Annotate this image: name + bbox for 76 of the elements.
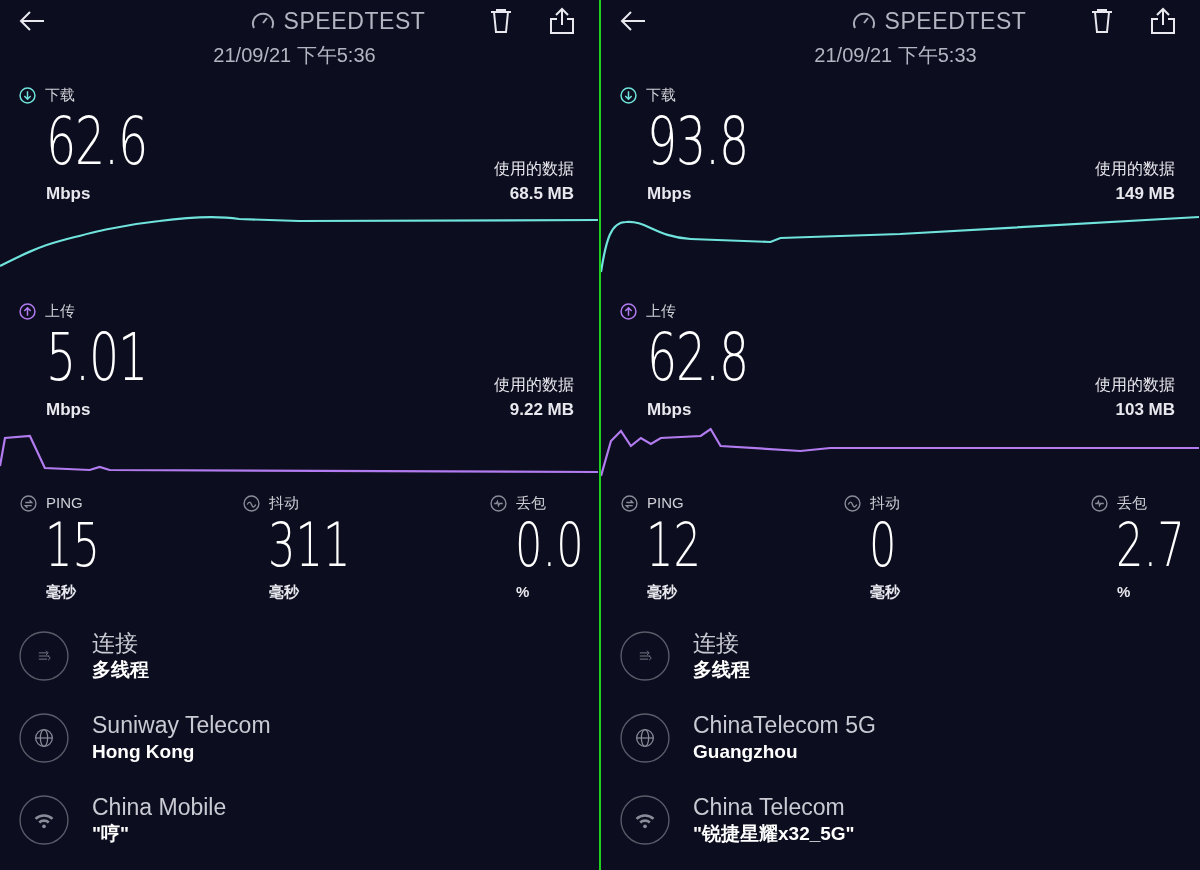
- globe-icon: [620, 713, 670, 763]
- data-used-value: 103 MB: [1115, 398, 1175, 421]
- speed-value: 62.8: [647, 324, 749, 391]
- share-icon[interactable]: [549, 7, 575, 35]
- metric-value: 15: [45, 514, 101, 575]
- detail-title: 连接: [693, 629, 740, 657]
- wifi-icon: [620, 795, 670, 845]
- ping-icon: [621, 494, 638, 512]
- speed-unit: Mbps: [46, 398, 92, 421]
- metric-unit: %: [516, 581, 531, 602]
- download-icon: [620, 86, 637, 104]
- metric-unit: 毫秒: [870, 581, 901, 602]
- data-used-label: 使用的数据: [1095, 374, 1175, 395]
- back-arrow-icon[interactable]: [619, 10, 647, 32]
- app-title: SPEEDTEST: [884, 6, 1027, 36]
- section-label: 上传: [646, 301, 676, 321]
- speed-value: 62.6: [46, 108, 148, 175]
- arrows-icon: [620, 631, 670, 681]
- trash-icon[interactable]: [1090, 8, 1114, 34]
- wave-icon: [243, 494, 260, 512]
- speed-value: 93.8: [647, 108, 749, 175]
- download-icon: [19, 86, 36, 104]
- detail-subtitle: "锐捷星耀x32_5G": [693, 822, 855, 846]
- metric-unit: 毫秒: [46, 581, 77, 602]
- test-date: 21/09/21 下午5:33: [814, 43, 977, 68]
- speed-unit: Mbps: [46, 182, 92, 205]
- data-used-label: 使用的数据: [494, 158, 574, 179]
- detail-title: China Mobile: [92, 793, 227, 821]
- metric-unit: 毫秒: [647, 581, 678, 602]
- speed-unit: Mbps: [647, 398, 693, 421]
- data-used-value: 9.22 MB: [509, 398, 574, 421]
- metric-label: 丢包: [1117, 493, 1147, 513]
- section-label: 下载: [646, 85, 676, 105]
- detail-title: China Telecom: [693, 793, 846, 821]
- speed-unit: Mbps: [647, 182, 693, 205]
- metric-value: 311: [268, 514, 352, 575]
- data-used-value: 68.5 MB: [509, 182, 574, 205]
- metric-value: 0: [869, 514, 897, 575]
- back-arrow-icon[interactable]: [18, 10, 46, 32]
- pulse-icon: [490, 494, 507, 512]
- section-label: 上传: [45, 301, 75, 321]
- metric-value: 0.0: [515, 514, 584, 575]
- detail-subtitle: Hong Kong: [92, 740, 196, 764]
- upload-icon: [19, 302, 36, 320]
- share-icon[interactable]: [1150, 7, 1176, 35]
- test-date: 21/09/21 下午5:36: [213, 43, 376, 68]
- arrows-icon: [19, 631, 69, 681]
- metric-value: 2.7: [1116, 514, 1185, 575]
- metric-value: 12: [646, 514, 702, 575]
- metric-unit: 毫秒: [269, 581, 300, 602]
- trash-icon[interactable]: [489, 8, 513, 34]
- wifi-icon: [19, 795, 69, 845]
- detail-title: 连接: [92, 629, 139, 657]
- app-title: SPEEDTEST: [283, 6, 426, 36]
- globe-icon: [19, 713, 69, 763]
- data-used-label: 使用的数据: [494, 374, 574, 395]
- wave-icon: [844, 494, 861, 512]
- metric-unit: %: [1117, 581, 1132, 602]
- detail-title: Suniway Telecom: [92, 711, 271, 739]
- detail-subtitle: 多线程: [693, 658, 750, 682]
- detail-subtitle: 多线程: [92, 658, 149, 682]
- metric-label: PING: [46, 493, 83, 513]
- metric-label: 抖动: [269, 493, 299, 513]
- metric-label: 抖动: [870, 493, 900, 513]
- detail-subtitle: Guangzhou: [693, 740, 799, 764]
- metric-label: PING: [647, 493, 684, 513]
- speed-value: 5.01: [46, 324, 148, 391]
- data-used-label: 使用的数据: [1095, 158, 1175, 179]
- ping-icon: [20, 494, 37, 512]
- pulse-icon: [1091, 494, 1108, 512]
- upload-icon: [620, 302, 637, 320]
- data-used-value: 149 MB: [1115, 182, 1175, 205]
- metric-label: 丢包: [516, 493, 546, 513]
- detail-subtitle: "哼": [92, 822, 131, 846]
- section-label: 下载: [45, 85, 75, 105]
- detail-title: ChinaTelecom 5G: [693, 711, 876, 739]
